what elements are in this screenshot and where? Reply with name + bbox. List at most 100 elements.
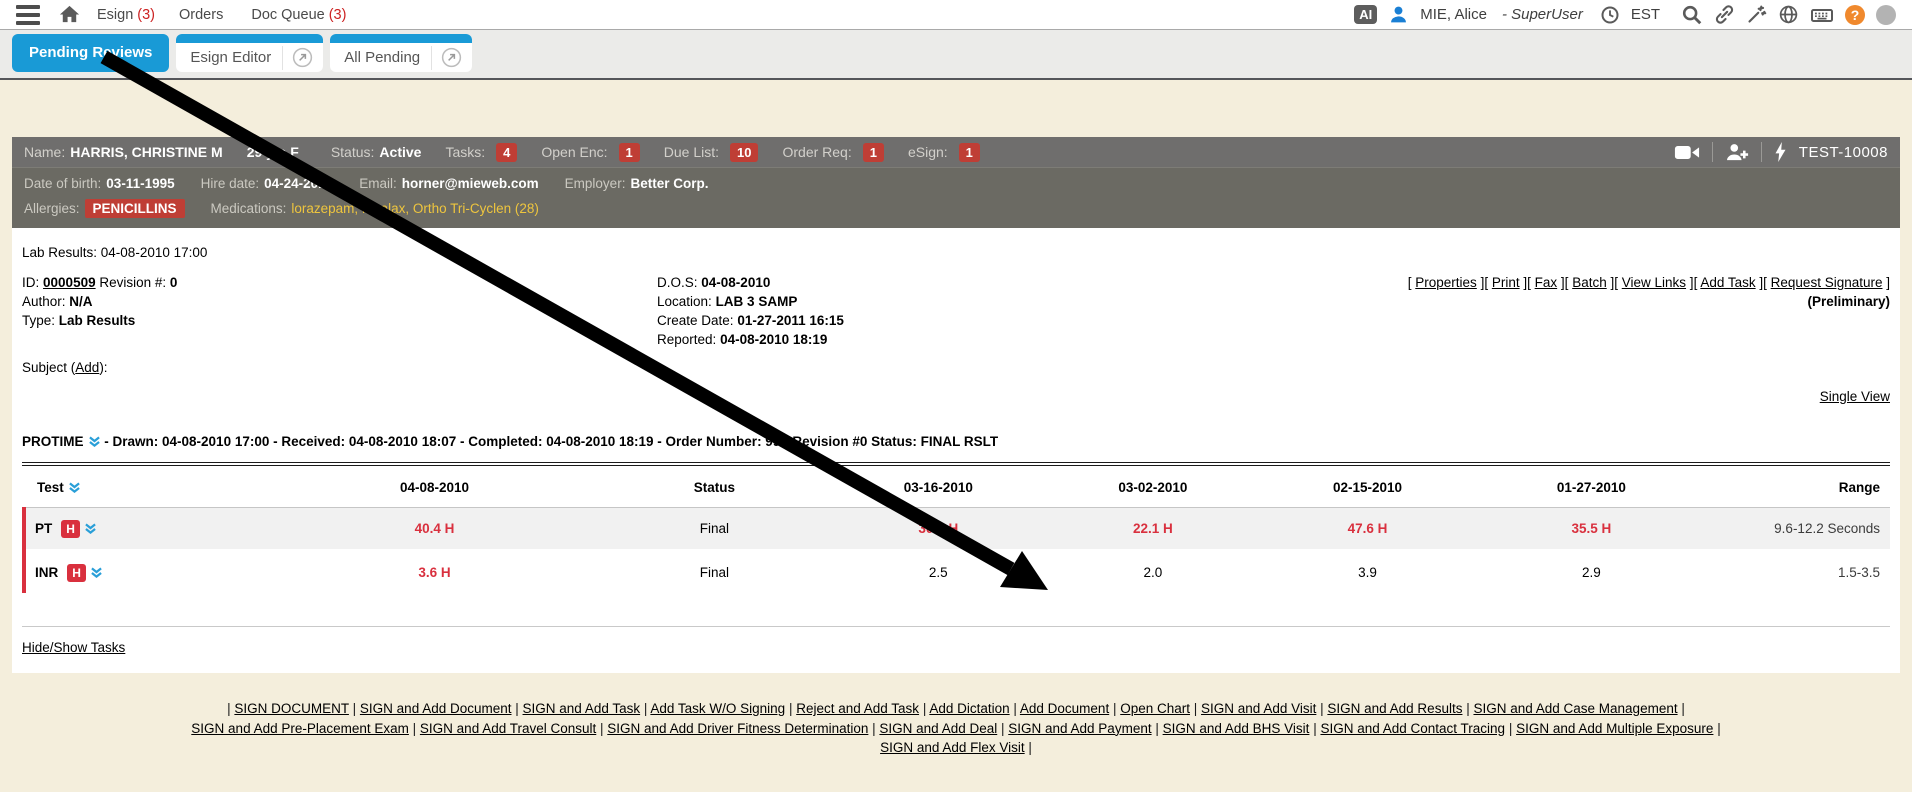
nav-label: Doc Queue — [251, 7, 324, 23]
timezone-label: EST — [1631, 6, 1660, 23]
avatar[interactable] — [1876, 5, 1896, 25]
patient-counters: Tasks:4Open Enc:1Due List:10Order Req:1e… — [445, 143, 1003, 162]
panel-title: PROTIME — [22, 434, 84, 449]
sort-chevron-icon[interactable] — [68, 482, 81, 493]
toolbar-link-view-links[interactable]: View Links — [1622, 275, 1686, 290]
separator — [1712, 142, 1713, 162]
user-role: - SuperUser — [1502, 6, 1583, 23]
bracket: [ — [1614, 275, 1622, 290]
range-value: 9.6-12.2 Seconds — [1703, 508, 1890, 551]
toolbar-link-batch[interactable]: Batch — [1572, 275, 1607, 290]
toolbar-link-add-task[interactable]: Add Task — [1700, 275, 1755, 290]
toolbar-link-fax[interactable]: Fax — [1535, 275, 1558, 290]
nav-item-doc-queue[interactable]: Doc Queue(3) — [251, 7, 346, 23]
subject-add-link[interactable]: Add — [75, 360, 99, 375]
hide-show-tasks-row: Hide/Show Tasks — [22, 627, 1890, 671]
medications-list[interactable]: lorazepam, Miralax, Ortho Tri-Cyclen (28… — [291, 201, 539, 216]
lab-results-table: Test04-08-2010Status03-16-201003-02-2010… — [22, 466, 1890, 593]
create-date-value: 01-27-2011 16:15 — [737, 313, 844, 328]
collapse-chevron-icon[interactable] — [88, 436, 101, 447]
action-link-sign-and-add-pre-placement-exam[interactable]: SIGN and Add Pre-Placement Exam — [191, 721, 409, 736]
dos-label: D.O.S: — [657, 275, 698, 290]
action-link-sign-and-add-travel-consult[interactable]: SIGN and Add Travel Consult — [420, 721, 596, 736]
action-link-sign-and-add-contact-tracing[interactable]: SIGN and Add Contact Tracing — [1320, 721, 1505, 736]
tab-pending-reviews[interactable]: Pending Reviews — [12, 34, 169, 72]
toolbar-item: [ Batch ] — [1565, 275, 1615, 290]
tab-all-pending[interactable]: All Pending — [330, 34, 472, 72]
nav-item-esign[interactable]: Esign(3) — [97, 7, 155, 23]
action-link-sign-and-add-bhs-visit[interactable]: SIGN and Add BHS Visit — [1163, 721, 1310, 736]
patient-status-group: Status: Active — [331, 144, 422, 160]
action-link-add-task-w-o-signing[interactable]: Add Task W/O Signing — [650, 701, 785, 716]
action-link-sign-and-add-deal[interactable]: SIGN and Add Deal — [879, 721, 997, 736]
search-icon[interactable] — [1681, 4, 1703, 26]
user-name[interactable]: MIE, Alice — [1420, 6, 1487, 23]
patient-name[interactable]: HARRIS, CHRISTINE M — [70, 144, 222, 160]
result-row-pt: PTH40.4 HFinal30.7 H22.1 H47.6 H35.5 H9.… — [24, 508, 1890, 551]
document-meta-middle: D.O.S: 04-08-2010 Location: LAB 3 SAMP C… — [657, 273, 1408, 349]
action-link-sign-and-add-task[interactable]: SIGN and Add Task — [523, 701, 641, 716]
hamburger-menu-icon[interactable] — [16, 5, 40, 25]
subject-label-suffix: ): — [99, 360, 107, 375]
counter-badge[interactable]: 10 — [730, 143, 758, 162]
hide-show-tasks-link[interactable]: Hide/Show Tasks — [22, 640, 125, 655]
allergies-medications-row: Allergies: PENICILLINS Medications: lora… — [24, 196, 1888, 221]
name-label: Name: — [24, 144, 65, 160]
nav-label: Orders — [179, 7, 223, 23]
external-link-icon[interactable] — [441, 47, 462, 68]
action-link-sign-and-add-multiple-exposure[interactable]: SIGN and Add Multiple Exposure — [1516, 721, 1713, 736]
counter-badge[interactable]: 4 — [496, 143, 517, 162]
action-link-open-chart[interactable]: Open Chart — [1120, 701, 1190, 716]
bracket: ] — [1756, 275, 1764, 290]
lightning-bolt-icon[interactable] — [1774, 142, 1787, 162]
globe-icon[interactable] — [1778, 4, 1799, 25]
video-camera-icon[interactable] — [1674, 144, 1700, 161]
column-label: Range — [1839, 480, 1880, 495]
action-link-sign-document[interactable]: SIGN DOCUMENT — [234, 701, 349, 716]
toolbar-link-properties[interactable]: Properties — [1415, 275, 1477, 290]
counter-badge[interactable]: 1 — [863, 143, 884, 162]
person-add-icon[interactable] — [1725, 142, 1749, 162]
action-link-sign-and-add-visit[interactable]: SIGN and Add Visit — [1201, 701, 1316, 716]
document-id-link[interactable]: 0000509 — [43, 275, 96, 290]
action-link-sign-and-add-case-management[interactable]: SIGN and Add Case Management — [1473, 701, 1677, 716]
expand-chevron-icon[interactable] — [84, 523, 97, 534]
action-link-reject-and-add-task[interactable]: Reject and Add Task — [796, 701, 919, 716]
dob-value: 03-11-1995 — [106, 176, 174, 191]
magic-wand-icon[interactable] — [1746, 4, 1767, 25]
nav-item-orders[interactable]: Orders — [179, 7, 227, 23]
tab-esign-editor[interactable]: Esign Editor — [176, 34, 323, 72]
preliminary-status: (Preliminary) — [1408, 292, 1890, 311]
result-row-inr: INRH3.6 HFinal2.52.03.92.91.5-3.5 — [24, 551, 1890, 594]
chart-id[interactable]: TEST-10008 — [1799, 144, 1888, 161]
toolbar-link-print[interactable]: Print — [1492, 275, 1520, 290]
home-icon[interactable] — [58, 3, 81, 26]
action-row-2: SIGN and Add Pre-Placement Exam | SIGN a… — [0, 719, 1912, 739]
counter-badge[interactable]: 1 — [959, 143, 980, 162]
ai-badge[interactable]: AI — [1354, 5, 1377, 24]
external-link-icon[interactable] — [292, 47, 313, 68]
action-link-add-document[interactable]: Add Document — [1020, 701, 1109, 716]
subject-row: Subject (Add): — [22, 360, 1890, 375]
test-cell: INRH — [24, 551, 267, 594]
action-link-sign-and-add-flex-visit[interactable]: SIGN and Add Flex Visit — [880, 740, 1025, 755]
test-name: INR — [35, 565, 58, 580]
allergy-badge[interactable]: PENICILLINS — [85, 199, 185, 218]
action-link-sign-and-add-payment[interactable]: SIGN and Add Payment — [1008, 721, 1151, 736]
clock-icon[interactable] — [1600, 5, 1620, 25]
email-value[interactable]: horner@mieweb.com — [402, 176, 539, 191]
counter-badge[interactable]: 1 — [619, 143, 640, 162]
action-link-sign-and-add-driver-fitness-determination[interactable]: SIGN and Add Driver Fitness Determinatio… — [607, 721, 868, 736]
author-value: N/A — [69, 294, 92, 309]
create-date-label: Create Date: — [657, 313, 734, 328]
bracket: ] — [1882, 275, 1890, 290]
action-link-sign-and-add-document[interactable]: SIGN and Add Document — [360, 701, 512, 716]
expand-chevron-icon[interactable] — [90, 567, 103, 578]
keyboard-icon[interactable] — [1810, 3, 1834, 27]
toolbar-link-request-signature[interactable]: Request Signature — [1771, 275, 1883, 290]
single-view-link[interactable]: Single View — [1820, 389, 1890, 404]
action-link-add-dictation[interactable]: Add Dictation — [929, 701, 1009, 716]
action-link-sign-and-add-results[interactable]: SIGN and Add Results — [1327, 701, 1462, 716]
link-icon[interactable] — [1714, 4, 1735, 25]
help-icon[interactable]: ? — [1845, 5, 1865, 25]
